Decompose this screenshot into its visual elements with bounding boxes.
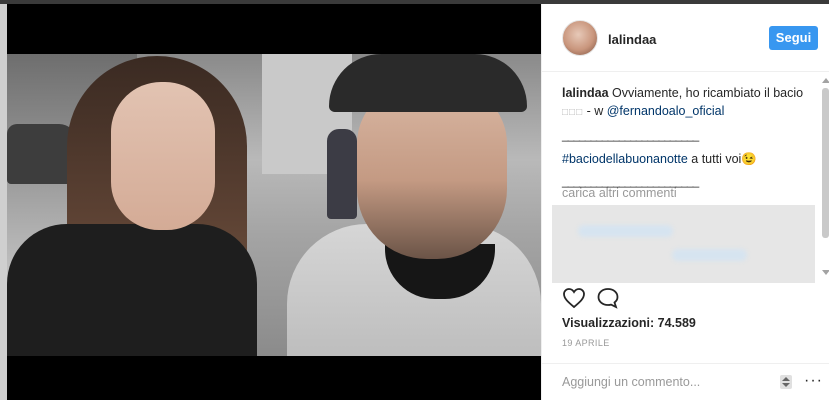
header-username[interactable]: lalindaa [608, 32, 656, 47]
scroll-down-arrow-icon[interactable] [822, 270, 829, 275]
comments-scrollbar[interactable] [821, 74, 829, 284]
photo-woman-face [111, 82, 215, 230]
follow-button[interactable]: Segui [769, 26, 818, 50]
post-header: lalindaa Segui [542, 4, 829, 72]
heart-icon[interactable] [562, 287, 586, 309]
post-sidebar: lalindaa Segui lalindaa Ovviamente, ho r… [541, 4, 829, 400]
caption-block: lalindaa Ovviamente, ho ricambiato il ba… [562, 84, 812, 190]
post-actions [562, 287, 622, 309]
blurred-text-1 [578, 225, 673, 237]
comment-icon[interactable] [596, 287, 620, 309]
scroll-up-arrow-icon[interactable] [822, 78, 829, 83]
caption-mention-link[interactable]: @fernandoalo_oficial [607, 104, 725, 118]
blurred-comments-overlay [552, 205, 815, 283]
caption-hashtag-line: #baciodellabuonanotte a tutti voi😉 [562, 150, 812, 168]
load-more-comments-link[interactable]: carica altri commenti [562, 186, 677, 200]
avatar[interactable] [562, 20, 598, 56]
hashtag-link[interactable]: #baciodellabuonanotte [562, 152, 688, 166]
wink-emoji-icon: 😉 [741, 152, 757, 166]
caption: lalindaa Ovviamente, ho ricambiato il ba… [562, 84, 812, 122]
caption-text: Ovviamente, ho ricambiato il bacio [608, 86, 804, 100]
caption-with: - w [583, 104, 607, 118]
blurred-text-2 [672, 249, 747, 261]
more-options-icon[interactable]: ··· [804, 372, 823, 390]
add-comment-bar: ··· [542, 363, 829, 400]
photo-man-cap [329, 54, 527, 112]
stepper-icon[interactable] [780, 375, 792, 389]
photo-woman-body [7, 224, 257, 356]
post-media[interactable] [7, 4, 541, 400]
post-photo [7, 54, 541, 356]
photo-background-person [327, 129, 357, 219]
scroll-thumb[interactable] [822, 88, 829, 238]
hashtag-tail: a tutti voi [687, 152, 742, 166]
caption-username[interactable]: lalindaa [562, 86, 609, 100]
caption-separator: ________________________ [562, 128, 699, 142]
views-count: Visualizzazioni: 74.589 [562, 316, 696, 330]
post-date[interactable]: 19 APRILE [562, 338, 610, 348]
add-comment-input[interactable] [562, 373, 772, 391]
caption-missing-glyphs: □□□ [562, 107, 584, 118]
